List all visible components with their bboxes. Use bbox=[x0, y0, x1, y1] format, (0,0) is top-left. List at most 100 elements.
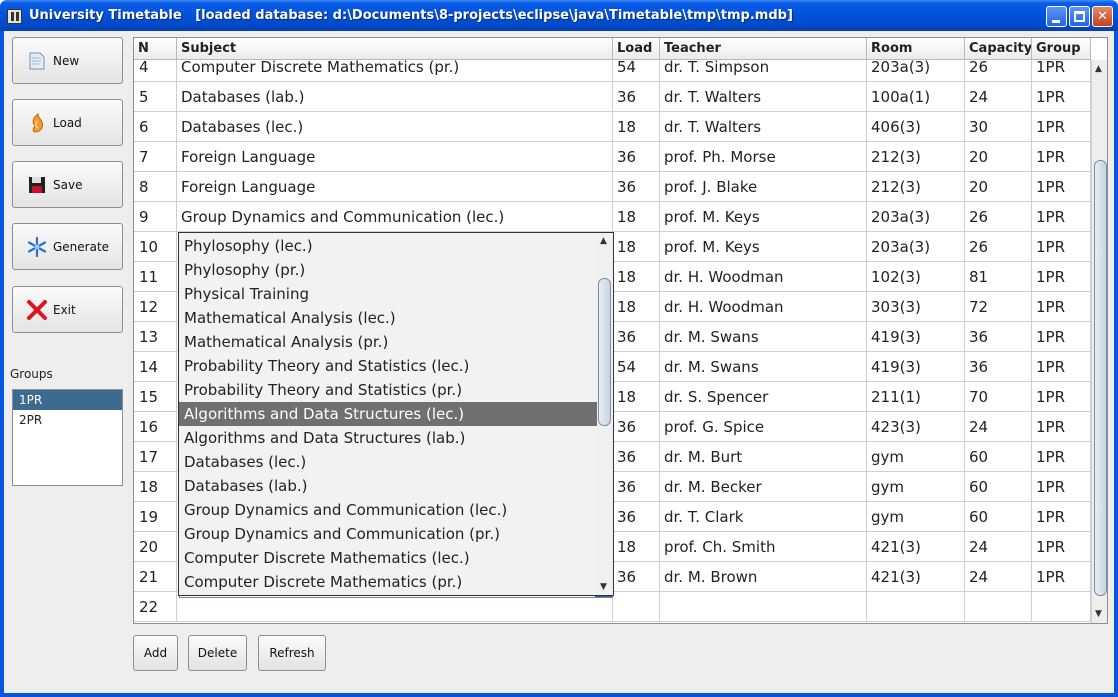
cell-room[interactable]: 212(3) bbox=[867, 172, 965, 202]
exit-button[interactable]: Exit bbox=[12, 286, 123, 333]
cell-teacher[interactable]: dr. M. Brown bbox=[660, 562, 867, 592]
table-scrollbar[interactable]: ▲ ▼ bbox=[1091, 60, 1107, 623]
scroll-up-icon[interactable]: ▲ bbox=[1095, 64, 1102, 74]
group-item-1pr[interactable]: 1PR bbox=[13, 390, 122, 410]
cell-room[interactable]: 406(3) bbox=[867, 112, 965, 142]
groups-list[interactable]: 1PR 2PR bbox=[12, 389, 123, 486]
cell-capacity[interactable] bbox=[965, 592, 1032, 622]
column-header-group[interactable]: Group bbox=[1032, 38, 1091, 60]
cell-room[interactable]: 212(3) bbox=[867, 142, 965, 172]
cell-room[interactable]: gym bbox=[867, 472, 965, 502]
cell-n[interactable]: 20 bbox=[134, 532, 177, 562]
cell-teacher[interactable] bbox=[660, 592, 867, 622]
cell-capacity[interactable]: 72 bbox=[965, 292, 1032, 322]
cell-group[interactable]: 1PR bbox=[1032, 442, 1091, 472]
cell-room[interactable] bbox=[867, 592, 965, 622]
table-row[interactable]: 9 Group Dynamics and Communication (lec.)… bbox=[134, 202, 1091, 232]
cell-group[interactable]: 1PR bbox=[1032, 352, 1091, 382]
cell-room[interactable]: 419(3) bbox=[867, 322, 965, 352]
cell-room[interactable]: 423(3) bbox=[867, 412, 965, 442]
cell-load[interactable]: 36 bbox=[613, 172, 660, 202]
cell-capacity[interactable]: 26 bbox=[965, 60, 1032, 82]
cell-group[interactable]: 1PR bbox=[1032, 112, 1091, 142]
cell-capacity[interactable]: 24 bbox=[965, 82, 1032, 112]
table-row[interactable]: 5 Databases (lab.) 36 dr. T. Walters 100a(1)… bbox=[134, 82, 1091, 112]
dropdown-option[interactable]: Probability Theory and Statistics (lec.) bbox=[179, 354, 597, 378]
cell-capacity[interactable]: 20 bbox=[965, 142, 1032, 172]
cell-room[interactable]: 303(3) bbox=[867, 292, 965, 322]
dropdown-scroll-up-icon[interactable]: ▲ bbox=[600, 236, 607, 246]
cell-capacity[interactable]: 36 bbox=[965, 352, 1032, 382]
cell-n[interactable]: 4 bbox=[134, 60, 177, 82]
group-item-2pr[interactable]: 2PR bbox=[13, 410, 122, 430]
cell-teacher[interactable]: prof. G. Spice bbox=[660, 412, 867, 442]
cell-group[interactable]: 1PR bbox=[1032, 292, 1091, 322]
cell-teacher[interactable]: prof. J. Blake bbox=[660, 172, 867, 202]
cell-load[interactable]: 18 bbox=[613, 292, 660, 322]
cell-load[interactable]: 18 bbox=[613, 382, 660, 412]
table-row[interactable]: 4 Computer Discrete Mathematics (pr.) 54 dr… bbox=[134, 60, 1091, 82]
dropdown-option[interactable]: Mathematical Analysis (pr.) bbox=[179, 330, 597, 354]
cell-teacher[interactable]: prof. Ph. Morse bbox=[660, 142, 867, 172]
cell-group[interactable]: 1PR bbox=[1032, 172, 1091, 202]
cell-load[interactable]: 36 bbox=[613, 562, 660, 592]
column-header-room[interactable]: Room bbox=[867, 38, 965, 60]
dropdown-option[interactable]: Databases (lab.) bbox=[179, 474, 597, 498]
dropdown-scrollbar[interactable]: ▲ ▼ bbox=[596, 233, 613, 595]
cell-subject[interactable]: Computer Discrete Mathematics (pr.) bbox=[177, 60, 613, 82]
cell-teacher[interactable]: dr. M. Swans bbox=[660, 322, 867, 352]
table-row[interactable]: 7 Foreign Language 36 prof. Ph. Morse 212(3)… bbox=[134, 142, 1091, 172]
cell-load[interactable]: 36 bbox=[613, 322, 660, 352]
cell-capacity[interactable]: 30 bbox=[965, 112, 1032, 142]
cell-n[interactable]: 12 bbox=[134, 292, 177, 322]
cell-n[interactable]: 16 bbox=[134, 412, 177, 442]
cell-n[interactable]: 11 bbox=[134, 262, 177, 292]
column-header-n[interactable]: N bbox=[134, 38, 177, 60]
cell-n[interactable]: 6 bbox=[134, 112, 177, 142]
dropdown-option[interactable]: Phylosophy (lec.) bbox=[179, 234, 597, 258]
cell-load[interactable]: 36 bbox=[613, 82, 660, 112]
save-button[interactable]: Save bbox=[12, 161, 123, 208]
dropdown-option[interactable]: Mathematical Analysis (lec.) bbox=[179, 306, 597, 330]
cell-capacity[interactable]: 70 bbox=[965, 382, 1032, 412]
cell-n[interactable]: 7 bbox=[134, 142, 177, 172]
dropdown-option[interactable]: Probability Theory and Statistics (pr.) bbox=[179, 378, 597, 402]
cell-capacity[interactable]: 36 bbox=[965, 322, 1032, 352]
cell-teacher[interactable]: dr. H. Woodman bbox=[660, 262, 867, 292]
cell-subject[interactable]: Databases (lec.) bbox=[177, 112, 613, 142]
cell-load[interactable]: 36 bbox=[613, 442, 660, 472]
cell-load[interactable] bbox=[613, 592, 660, 622]
cell-n[interactable]: 17 bbox=[134, 442, 177, 472]
cell-group[interactable]: 1PR bbox=[1032, 502, 1091, 532]
cell-group[interactable]: 1PR bbox=[1032, 322, 1091, 352]
cell-teacher[interactable]: prof. M. Keys bbox=[660, 202, 867, 232]
cell-n[interactable]: 21 bbox=[134, 562, 177, 592]
cell-capacity[interactable]: 81 bbox=[965, 262, 1032, 292]
cell-group[interactable]: 1PR bbox=[1032, 82, 1091, 112]
cell-teacher[interactable]: dr. T. Walters bbox=[660, 112, 867, 142]
cell-load[interactable]: 36 bbox=[613, 412, 660, 442]
cell-group[interactable]: 1PR bbox=[1032, 262, 1091, 292]
cell-n[interactable]: 5 bbox=[134, 82, 177, 112]
cell-teacher[interactable]: dr. M. Burt bbox=[660, 442, 867, 472]
cell-room[interactable]: 100a(1) bbox=[867, 82, 965, 112]
dropdown-option[interactable]: Computer Discrete Mathematics (pr.) bbox=[179, 570, 597, 594]
column-header-load[interactable]: Load bbox=[613, 38, 660, 60]
scroll-down-icon[interactable]: ▼ bbox=[1095, 609, 1102, 619]
cell-teacher[interactable]: prof. M. Keys bbox=[660, 232, 867, 262]
cell-load[interactable]: 18 bbox=[613, 112, 660, 142]
dropdown-option[interactable]: Group Dynamics and Communication (pr.) bbox=[179, 522, 597, 546]
cell-capacity[interactable]: 24 bbox=[965, 532, 1032, 562]
cell-load[interactable]: 36 bbox=[613, 472, 660, 502]
maximize-button[interactable] bbox=[1069, 6, 1090, 27]
cell-n[interactable]: 13 bbox=[134, 322, 177, 352]
cell-room[interactable]: 203a(3) bbox=[867, 232, 965, 262]
cell-room[interactable]: 203a(3) bbox=[867, 202, 965, 232]
cell-load[interactable]: 18 bbox=[613, 202, 660, 232]
cell-teacher[interactable]: prof. Ch. Smith bbox=[660, 532, 867, 562]
cell-group[interactable]: 1PR bbox=[1032, 60, 1091, 82]
cell-load[interactable]: 54 bbox=[613, 352, 660, 382]
cell-group[interactable]: 1PR bbox=[1032, 562, 1091, 592]
dropdown-scroll-down-icon[interactable]: ▼ bbox=[600, 582, 607, 592]
title-bar[interactable]: University Timetable [loaded database: d… bbox=[0, 0, 1118, 31]
